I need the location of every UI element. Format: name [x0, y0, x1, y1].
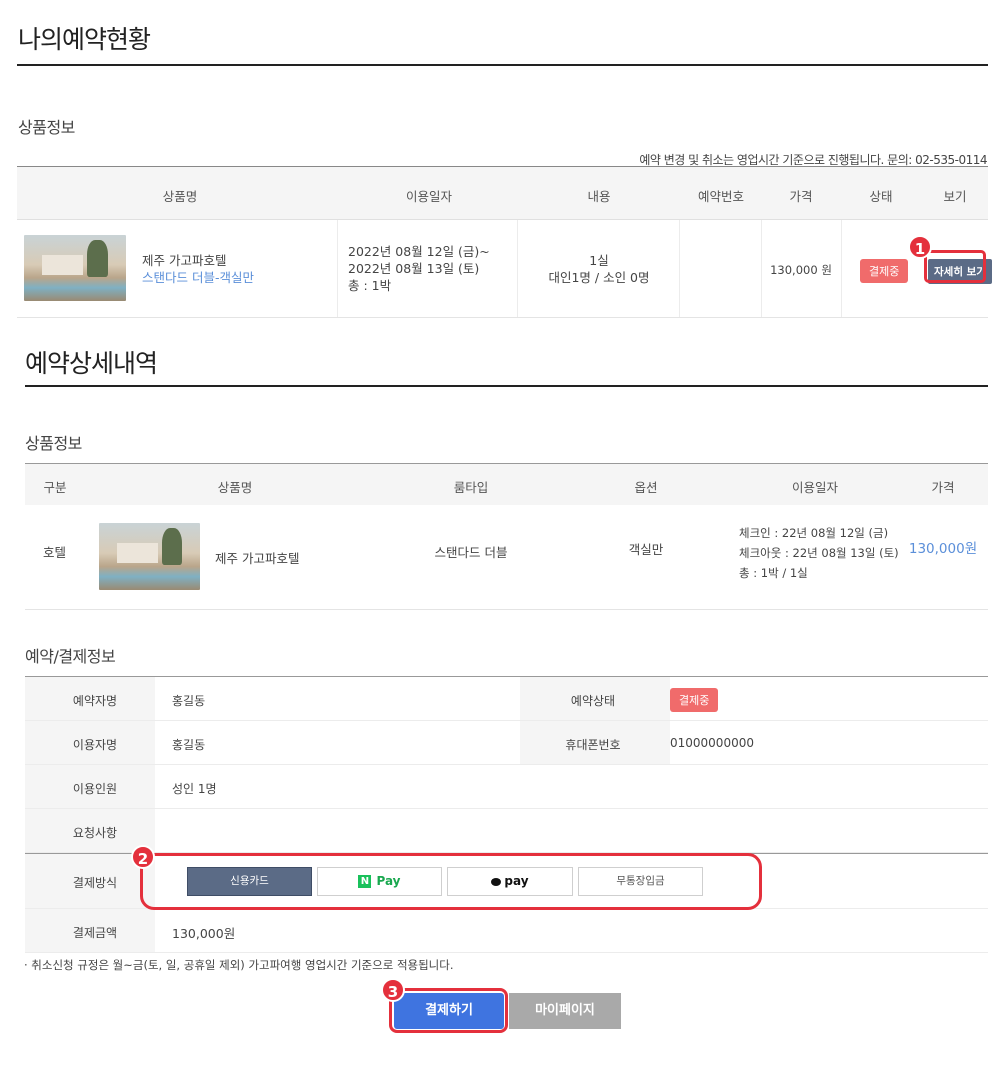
reservation-summary-table: 상품명 이용일자 내용 예약번호 가격 상태 보기 제주 가고파호텔 스탠다드 … — [17, 166, 992, 318]
step-marker-1: 1 — [908, 235, 932, 259]
table-row: 제주 가고파호텔 스탠다드 더블-객실만 2022년 08월 12일 (금)~ … — [17, 220, 992, 317]
product-info-label: 상품정보 — [18, 118, 75, 137]
phone-value: 01000000000 — [670, 736, 754, 750]
header-reservation-no: 예약번호 — [697, 189, 745, 204]
payment-info-label: 예약/결제정보 — [25, 647, 116, 666]
cancel-policy-note: · 취소신청 규정은 월~금(토, 일, 공휴일 제외) 가고파여행 영업시간 … — [24, 958, 454, 972]
header-date: 이용일자 — [405, 189, 453, 204]
people-value: 성인 1명 — [172, 782, 217, 796]
detail-price: 130,000원 — [908, 541, 978, 557]
people-label: 이용인원 — [72, 782, 118, 796]
header-category: 구분 — [43, 480, 67, 495]
header-content: 내용 — [587, 189, 611, 204]
detail-product-info-label: 상품정보 — [25, 434, 82, 453]
method-label: 결제방식 — [72, 876, 118, 890]
detail-product-table: 구분 상품명 룸타입 옵션 이용일자 가격 호텔 제주 가고파호텔 스탠다드 더… — [25, 463, 988, 610]
highlight-box-2 — [140, 853, 762, 910]
header-price: 가격 — [789, 189, 813, 204]
price-value: 130,000 원 — [770, 263, 832, 277]
amount-label: 결제금액 — [72, 926, 118, 940]
highlight-box-1 — [924, 250, 986, 283]
date-range-start: 2022년 08월 12일 (금)~ — [348, 244, 490, 259]
user-label: 이용자명 — [72, 738, 118, 752]
hotel-thumbnail — [99, 523, 200, 590]
reserver-label: 예약자명 — [72, 694, 118, 708]
reserver-value: 홍길동 — [172, 694, 206, 708]
room-type-value: 스탠다드 더블 — [434, 545, 508, 560]
nights-rooms: 총 : 1박 / 1실 — [739, 566, 808, 580]
status-badge: 결제중 — [670, 688, 719, 712]
status-badge: 결제중 — [860, 259, 909, 283]
summary-table-header: 상품명 이용일자 내용 예약번호 가격 상태 보기 — [17, 167, 988, 220]
hotel-name: 제주 가고파호텔 — [215, 551, 300, 566]
detail-table-header: 구분 상품명 룸타입 옵션 이용일자 가격 — [25, 464, 988, 505]
rooms-count: 1실 — [589, 253, 609, 268]
category-value: 호텔 — [43, 545, 67, 560]
hotel-thumbnail[interactable] — [24, 235, 126, 301]
checkout-date: 체크아웃 : 22년 08월 13일 (토) — [739, 546, 899, 560]
step-marker-3: 3 — [381, 978, 405, 1002]
header-view: 보기 — [943, 189, 967, 204]
phone-label: 휴대폰번호 — [565, 738, 621, 752]
header-product: 상품명 — [162, 189, 198, 204]
payment-info-table: 예약자명 홍길동 예약상태 결제중 이용자명 홍길동 휴대폰번호 0100000… — [25, 676, 988, 953]
mypage-button[interactable]: 마이페이지 — [509, 993, 621, 1029]
header-date: 이용일자 — [791, 480, 839, 495]
header-option: 옵션 — [634, 480, 658, 495]
detail-title: 예약상세내역 — [25, 349, 158, 378]
header-price: 가격 — [931, 480, 955, 495]
header-product: 상품명 — [217, 480, 253, 495]
table-row: 호텔 제주 가고파호텔 스탠다드 더블 객실만 체크인 : 22년 08월 12… — [25, 505, 988, 609]
highlight-box-3 — [389, 988, 508, 1033]
page-title: 나의예약현황 — [18, 25, 151, 54]
option-value: 객실만 — [628, 542, 664, 557]
checkin-date: 체크인 : 22년 08월 12일 (금) — [739, 526, 889, 540]
hotel-name[interactable]: 제주 가고파호텔 — [142, 253, 226, 268]
amount-value: 130,000원 — [172, 926, 236, 941]
nights-count: 총 : 1박 — [348, 278, 392, 293]
room-name[interactable]: 스탠다드 더블-객실만 — [142, 270, 254, 285]
guest-count: 대인1명 / 소인 0명 — [548, 270, 650, 285]
status-label: 예약상태 — [570, 694, 616, 708]
date-range-end: 2022년 08월 13일 (토) — [348, 261, 480, 276]
user-value: 홍길동 — [172, 738, 206, 752]
title-divider — [17, 64, 988, 66]
step-marker-2: 2 — [131, 845, 155, 869]
header-status: 상태 — [869, 189, 893, 204]
request-label: 요청사항 — [72, 826, 118, 840]
header-room-type: 룸타입 — [453, 480, 489, 495]
detail-divider — [25, 385, 988, 387]
